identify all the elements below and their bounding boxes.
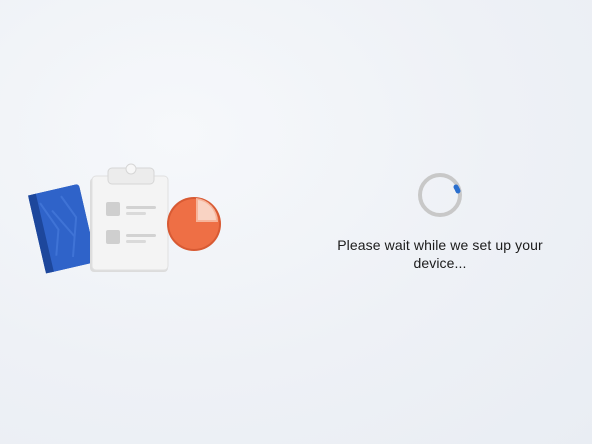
setup-status-panel: Please wait while we set up your device.…	[330, 170, 550, 272]
notebook-icon	[28, 184, 97, 274]
setup-illustration	[26, 158, 226, 278]
oobe-setup-screen: Please wait while we set up your device.…	[0, 0, 592, 444]
pie-chart-icon	[167, 197, 221, 251]
loading-spinner-icon	[418, 173, 462, 217]
setup-wait-message: Please wait while we set up your device.…	[337, 237, 543, 271]
clipboard-icon	[90, 163, 169, 272]
